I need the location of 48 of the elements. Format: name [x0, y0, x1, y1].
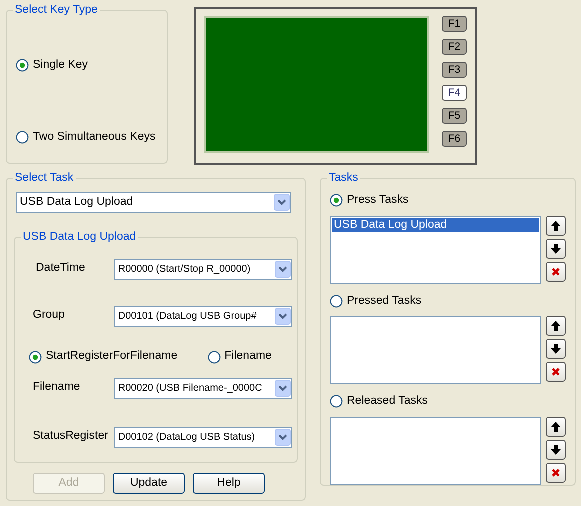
down-arrow-button[interactable]	[546, 440, 566, 460]
group-title: Select Key Type	[13, 3, 100, 17]
task-list[interactable]: USB Data Log Upload	[330, 216, 541, 284]
radio-option[interactable]: Two Simultaneous Keys	[16, 129, 167, 146]
radio-option[interactable]: Press Tasks	[330, 192, 409, 210]
up-arrow-icon	[550, 320, 562, 332]
function-key[interactable]: F3	[442, 62, 467, 78]
dialog-button[interactable]: Help	[193, 473, 265, 494]
delete-icon	[551, 266, 561, 277]
dropdown[interactable]: R00020 (USB Filename-_0000C	[114, 378, 292, 398]
delete-button[interactable]	[546, 362, 566, 382]
down-arrow-button[interactable]	[546, 339, 566, 360]
delete-icon	[551, 468, 561, 478]
function-key[interactable]: F2	[442, 39, 467, 55]
down-arrow-icon	[550, 444, 562, 456]
dropdown[interactable]: R00000 (Start/Stop R_00000)	[114, 258, 292, 280]
function-key[interactable]: F6	[442, 131, 467, 147]
up-arrow-button[interactable]	[546, 416, 566, 437]
up-arrow-button[interactable]	[546, 316, 566, 336]
field-label: DateTime	[35, 261, 86, 276]
down-arrow-icon	[550, 242, 562, 255]
up-arrow-icon	[550, 220, 562, 232]
radio-option[interactable]: StartRegisterForFilename	[29, 348, 178, 366]
field-label: StatusRegister	[32, 429, 110, 444]
task-list[interactable]	[330, 316, 541, 384]
radio-option[interactable]: Filename	[208, 348, 272, 366]
function-key[interactable]: F5	[442, 108, 467, 124]
radio-option[interactable]: Pressed Tasks	[330, 292, 422, 310]
radio-option[interactable]: Released Tasks	[330, 393, 428, 410]
function-key[interactable]: F1	[442, 16, 467, 32]
dropdown[interactable]: USB Data Log Upload	[16, 192, 291, 213]
dropdown[interactable]: D00101 (DataLog USB Group#	[114, 306, 292, 326]
up-arrow-icon	[550, 420, 562, 433]
dialog-button[interactable]: Update	[113, 473, 185, 494]
list-item[interactable]: USB Data Log Upload	[332, 218, 539, 232]
delete-icon	[551, 367, 561, 378]
delete-button[interactable]	[546, 462, 566, 483]
up-arrow-button[interactable]	[546, 216, 566, 236]
dropdown[interactable]: D00102 (DataLog USB Status)	[114, 426, 292, 448]
field-label: Group	[32, 308, 66, 324]
function-key[interactable]: F4	[442, 85, 467, 101]
field-label: Filename	[32, 380, 82, 396]
group-title: USB Data Log Upload	[21, 230, 138, 244]
down-arrow-button[interactable]	[546, 238, 566, 259]
down-arrow-icon	[550, 343, 562, 356]
delete-button[interactable]	[546, 262, 566, 282]
radio-option[interactable]: Single Key	[16, 57, 167, 74]
task-list[interactable]	[330, 416, 541, 485]
